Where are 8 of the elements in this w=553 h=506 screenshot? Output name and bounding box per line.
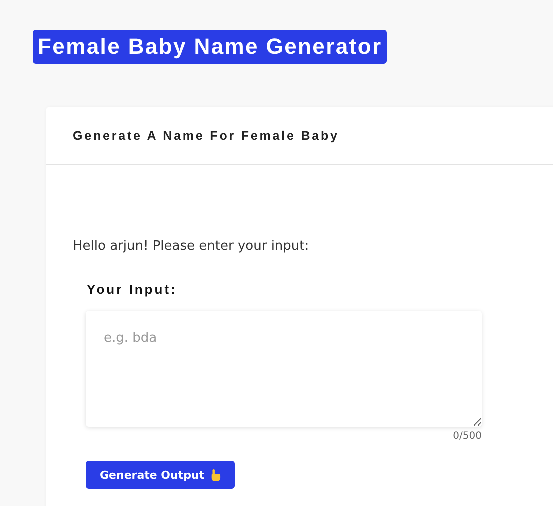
greeting-text: Hello arjun! Please enter your input: [73,238,310,256]
card-title: Generate A Name For Female Baby [73,128,340,144]
input-field[interactable]: e.g. bda [86,311,482,427]
page-title: Female Baby Name Generator [33,30,388,64]
pointing-hand-icon [210,468,221,482]
character-counter: 0/500 [453,431,482,442]
input-label: Your Input: [87,282,178,297]
generate-button[interactable]: Generate Output [86,461,235,489]
